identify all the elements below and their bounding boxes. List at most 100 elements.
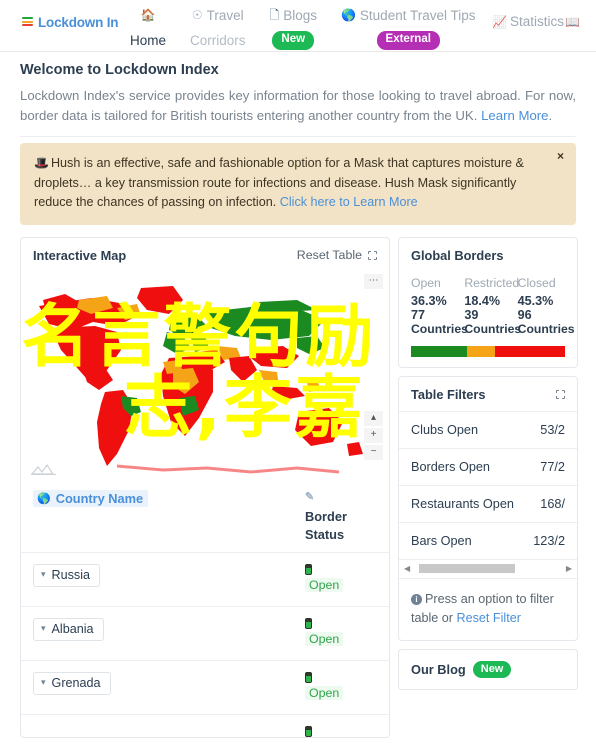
nav-item-student-travel-tips[interactable]: 🌎 Student Travel Tips External (329, 0, 488, 50)
country-name: Albania (51, 621, 94, 636)
filter-row-borders-open[interactable]: Borders Open 77/2 (399, 449, 577, 486)
our-blog-title: Our Blog (411, 661, 466, 677)
brand-label: Lockdown Inde (38, 15, 118, 30)
filter-hint: i Press an option to filter table or Rese… (399, 579, 577, 640)
filter-label: Borders Open (411, 459, 490, 474)
mountain-chart-icon (31, 463, 56, 475)
expand-icon[interactable] (556, 389, 567, 401)
map-pan-button[interactable]: ▴ (364, 410, 383, 426)
country-name: Russia (51, 567, 91, 582)
scrollbar-thumb[interactable] (419, 563, 515, 573)
map-zoom-in-button[interactable]: + (364, 427, 383, 443)
traffic-light-icon (305, 617, 312, 629)
compass-icon: ☉ (191, 8, 203, 22)
welcome-text: Lockdown Index's service provides key in… (20, 86, 576, 125)
column-header-border-status-label: Border Status (305, 509, 347, 542)
global-borders-stat-restricted: Restricted 18.4% 39 Countries (464, 276, 522, 338)
expand-icon[interactable] (368, 250, 379, 262)
global-borders-header: Global Borders (399, 238, 577, 272)
badge-new: New (472, 660, 512, 678)
stat-count: 39 (464, 308, 479, 323)
global-borders-title: Global Borders (411, 247, 504, 263)
global-borders-stat-closed: Closed 45.3% 96 Countries (517, 275, 575, 338)
world-map-svg[interactable] (21, 272, 389, 482)
our-blog-header: Our Blog New (399, 650, 577, 689)
chevron-down-icon: ▾ (41, 623, 46, 634)
promo-alert: 🎩 Hush is an effective, safe and fashiona… (20, 143, 576, 225)
filter-row-bars-open[interactable]: Bars Open 123/2 (399, 523, 577, 560)
map-zoom-out-button[interactable]: − (364, 444, 383, 460)
global-borders-card: Global Borders Open 36.3% 77 Countries R… (398, 236, 578, 368)
nav-item-corridors-label: Corridors (190, 33, 246, 48)
bar-segment-restricted (466, 345, 496, 357)
scrollbar-track[interactable] (413, 563, 563, 573)
map-controls: ⋯ ▴ + − (364, 273, 383, 460)
home-icon: 🏠 (140, 8, 156, 22)
nav-item-home-label: Home (130, 33, 167, 48)
country-chip[interactable]: ▾ Albania (33, 617, 104, 641)
interactive-map-header: Interactive Map Reset Table (21, 238, 389, 272)
nav-item-statistics[interactable]: 📈 Statistics 📖 (492, 14, 596, 29)
hat-icon: 🎩 (34, 156, 49, 171)
country-chip[interactable]: ▾ Russia (33, 563, 101, 587)
table-row[interactable]: ▾ Albania Open (21, 607, 389, 661)
nav-item-statistics-label: Statistics (509, 14, 564, 29)
divider (20, 136, 576, 138)
nav-item-home[interactable]: 🏠 Home (118, 0, 178, 48)
nav-item-blogs[interactable]: 🗋 Blogs New (258, 0, 329, 50)
filter-row-clubs-open[interactable]: Clubs Open 53/2 (399, 412, 577, 449)
learn-more-link[interactable]: Learn More (481, 108, 548, 123)
table-row[interactable]: ▾ Russia Open (21, 553, 389, 607)
table-filters-title: Table Filters (411, 386, 486, 402)
table-filters-header: Table Filters (399, 377, 577, 412)
welcome-body-end: . (548, 107, 553, 123)
world-map[interactable]: ⋯ ▴ + − 名言警句励 志,李嘉 (21, 271, 389, 482)
book-icon[interactable]: 📖 (565, 15, 580, 29)
stat-count: 77 (411, 308, 426, 323)
horizontal-scrollbar[interactable]: ◀ ▶ (399, 560, 577, 579)
top-navbar: Lockdown Inde 🏠 Home ☉ Travel Corridors … (0, 0, 596, 52)
traffic-light-icon (305, 725, 312, 737)
info-icon: i (411, 593, 422, 605)
filter-row-restaurants-open[interactable]: Restaurants Open 168/ (399, 486, 577, 523)
column-header-border-status[interactable]: ✎ Border Status (305, 490, 377, 543)
status-badge: Open (305, 685, 344, 700)
stat-label: Closed (517, 275, 556, 290)
interactive-map-card: Interactive Map Reset Table ⋯ ▴ + − 名言警句… (20, 236, 390, 738)
stat-unit: Countries (517, 322, 575, 337)
border-status-cell (305, 725, 377, 737)
nav-item-student-travel-tips-label: Student Travel Tips (359, 7, 476, 23)
dashboard-right-column: Global Borders Open 36.3% 77 Countries R… (398, 236, 578, 698)
border-status-cell: Open (305, 671, 377, 700)
table-row[interactable]: ▾ Grenada Open (21, 661, 389, 715)
filter-value: 168/ (540, 496, 565, 511)
scroll-right-icon[interactable]: ▶ (566, 564, 572, 573)
status-badge: Open (305, 577, 344, 592)
promo-learn-more-link[interactable]: Click here to Learn More (280, 195, 418, 209)
table-filters-card: Table Filters Clubs Open 53/2 Borders Op… (398, 375, 578, 641)
country-chip[interactable]: ▾ Grenada (33, 671, 111, 695)
logo-bars-icon (22, 17, 33, 28)
filter-value: 53/2 (540, 422, 565, 437)
scroll-left-icon[interactable]: ◀ (404, 564, 410, 573)
stat-percent: 45.3% (517, 294, 554, 309)
table-row[interactable] (21, 715, 389, 737)
column-header-country-name[interactable]: 🌎 Country Name (33, 489, 148, 507)
nav-item-travel[interactable]: ☉ Travel Corridors (178, 0, 258, 49)
brand-logo[interactable]: Lockdown Inde (22, 15, 118, 30)
filter-label: Clubs Open (411, 422, 478, 437)
traffic-light-icon (305, 563, 312, 575)
page-title: Welcome to Lockdown Index (20, 62, 219, 78)
map-menu-button[interactable]: ⋯ (364, 273, 383, 289)
globe-icon: 🌎 (340, 8, 356, 22)
global-borders-body: Open 36.3% 77 Countries Restricted 18.4%… (399, 272, 577, 367)
reset-filter-link[interactable]: Reset Filter (457, 611, 521, 625)
navbar-items: 🏠 Home ☉ Travel Corridors 🗋 Blogs New 🌎 … (118, 0, 487, 50)
badge-external: External (376, 31, 440, 50)
chevron-down-icon: ▾ (41, 569, 46, 580)
close-icon[interactable]: × (557, 150, 564, 162)
stat-unit: Countries (464, 322, 522, 337)
country-name: Grenada (51, 675, 101, 690)
nav-item-travel-label: Travel (206, 7, 244, 23)
reset-table-button[interactable]: Reset Table (297, 248, 362, 262)
